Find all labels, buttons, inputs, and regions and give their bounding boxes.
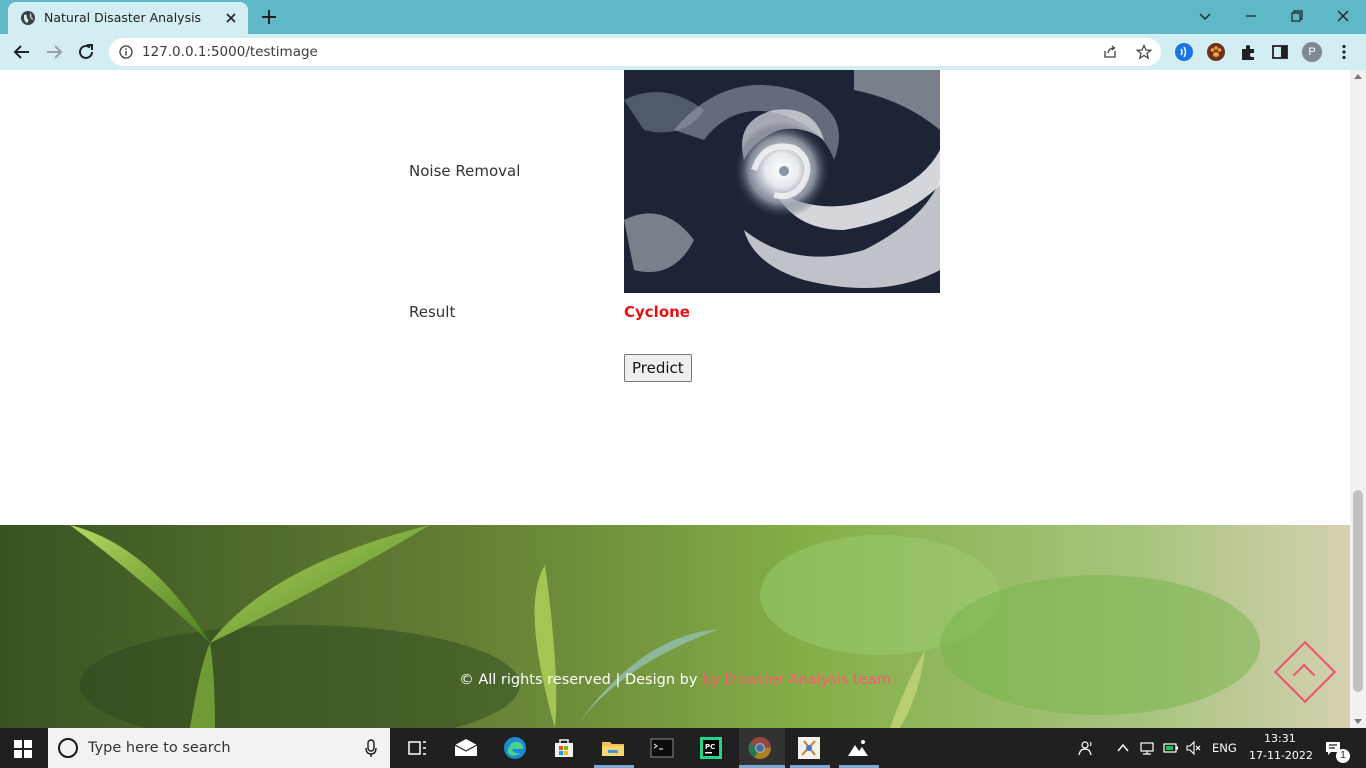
cyclone-satellite-image xyxy=(624,70,940,293)
extension-audio-icon[interactable] xyxy=(1174,42,1194,62)
notification-count-badge: 1 xyxy=(1336,749,1350,763)
footer-copyright: © All rights reserved | Design by xyxy=(459,672,703,688)
edge-icon[interactable] xyxy=(502,736,528,760)
page-viewport: Noise Removal Result Cyclone Predict © A… xyxy=(0,70,1350,728)
cortana-circle-icon xyxy=(58,738,78,758)
file-explorer-icon[interactable] xyxy=(600,736,626,760)
extension-paw-icon[interactable] xyxy=(1206,42,1226,62)
close-icon[interactable] xyxy=(222,9,240,27)
network-icon[interactable] xyxy=(1139,740,1155,756)
microphone-icon[interactable] xyxy=(364,738,378,758)
bookmark-star-icon[interactable] xyxy=(1136,44,1152,60)
share-icon[interactable] xyxy=(1102,44,1118,60)
address-bar[interactable]: 127.0.0.1:5000/testimage xyxy=(109,38,1161,66)
tab-title: Natural Disaster Analysis xyxy=(44,10,202,25)
noise-removal-label: Noise Removal xyxy=(409,162,521,180)
mail-icon[interactable] xyxy=(453,736,479,760)
menu-kebab-icon[interactable] xyxy=(1334,42,1354,62)
footer-credits: © All rights reserved | Design by by Dis… xyxy=(0,672,1350,688)
browser-tab[interactable]: Natural Disaster Analysis xyxy=(8,2,248,34)
result-value: Cyclone xyxy=(624,303,690,321)
profile-avatar[interactable]: P xyxy=(1302,42,1322,62)
predict-button[interactable]: Predict xyxy=(624,354,692,382)
tab-search-chevron-icon[interactable] xyxy=(1192,4,1218,28)
forward-arrow-icon[interactable] xyxy=(43,41,65,63)
extensions-puzzle-icon[interactable] xyxy=(1238,42,1258,62)
language-indicator[interactable]: ENG xyxy=(1212,741,1237,755)
globe-icon xyxy=(21,11,35,25)
clock-time[interactable]: 13:31 xyxy=(1264,732,1296,745)
windows-start-icon[interactable] xyxy=(14,740,32,758)
scroll-up-arrow-icon[interactable] xyxy=(1354,74,1362,79)
footer-team-link[interactable]: by Disaster Analysis team xyxy=(702,672,891,688)
url-text[interactable]: 127.0.0.1:5000/testimage xyxy=(142,44,318,60)
taskbar-search-box[interactable]: Type here to search xyxy=(48,728,390,768)
minimize-button[interactable] xyxy=(1238,4,1264,28)
reload-icon[interactable] xyxy=(75,41,97,63)
page-scrollbar[interactable] xyxy=(1350,70,1366,728)
chrome-active-highlight xyxy=(739,728,785,768)
new-tab-button[interactable] xyxy=(258,6,280,28)
terminal-icon[interactable] xyxy=(649,736,675,760)
clock-date[interactable]: 17-11-2022 xyxy=(1249,749,1313,762)
browser-toolbar: 127.0.0.1:5000/testimage P xyxy=(0,34,1366,70)
svg-text:PC: PC xyxy=(705,743,715,751)
chevron-up-tray-icon[interactable] xyxy=(1115,740,1131,756)
volume-muted-icon[interactable] xyxy=(1186,740,1202,756)
battery-icon[interactable] xyxy=(1163,740,1179,756)
scroll-thumb[interactable] xyxy=(1353,490,1363,692)
restore-button[interactable] xyxy=(1284,4,1310,28)
tab-strip: Natural Disaster Analysis xyxy=(0,0,1366,34)
people-icon[interactable] xyxy=(1078,740,1094,756)
search-placeholder: Type here to search xyxy=(88,740,231,756)
close-window-button[interactable] xyxy=(1330,4,1356,28)
result-label: Result xyxy=(409,303,456,321)
store-icon[interactable] xyxy=(551,736,577,760)
pycharm-icon[interactable]: PC xyxy=(698,736,724,760)
task-view-icon[interactable] xyxy=(404,736,430,760)
info-icon[interactable] xyxy=(119,45,133,59)
paint-app-icon[interactable] xyxy=(796,736,822,760)
taskbar: Type here to search PC ENG 13:31 17-11-2… xyxy=(0,728,1366,768)
footer: © All rights reserved | Design by by Dis… xyxy=(0,525,1350,728)
side-panel-icon[interactable] xyxy=(1270,42,1290,62)
photos-icon[interactable] xyxy=(845,736,871,760)
scroll-down-arrow-icon[interactable] xyxy=(1354,719,1362,724)
leaves-background xyxy=(0,525,1350,728)
back-arrow-icon[interactable] xyxy=(11,41,33,63)
